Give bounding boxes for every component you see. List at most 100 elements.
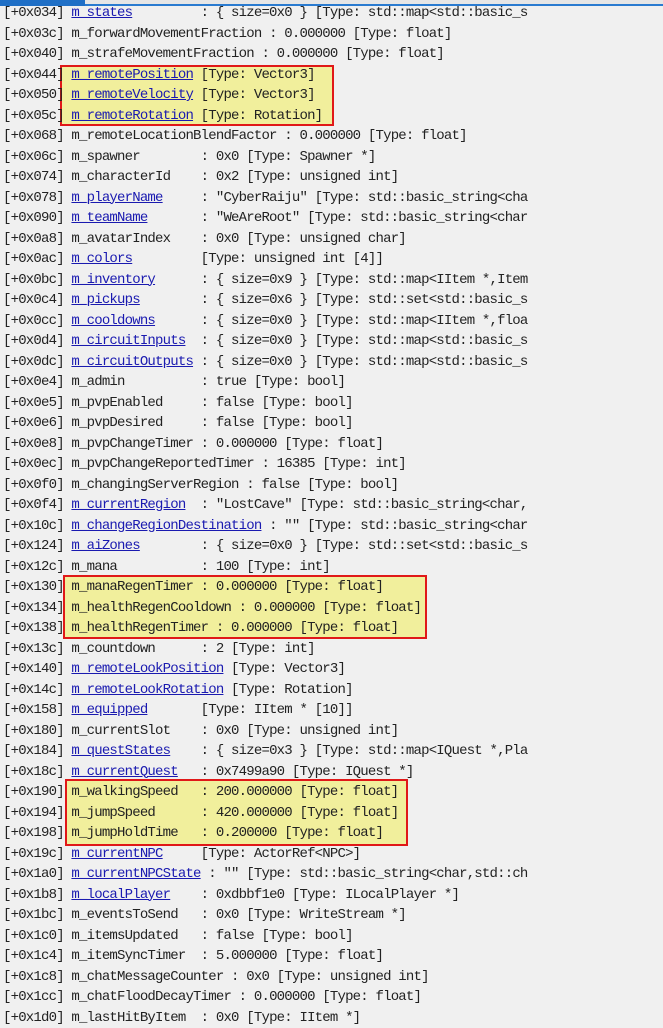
- field-name-link[interactable]: m_changeRegionDestination: [71, 518, 261, 534]
- field-value-type: : 0.000000 [Type: float]: [231, 989, 421, 1005]
- field-row: [+0x124] m_aiZones : { size=0x0 } [Type:…: [3, 536, 663, 557]
- field-row: [+0x0c4] m_pickups : { size=0x6 } [Type:…: [3, 290, 663, 311]
- field-name-link[interactable]: m_localPlayer: [71, 887, 170, 903]
- field-name-link[interactable]: m_equipped: [71, 702, 147, 718]
- field-value-type: : { size=0x0 } [Type: std::map<IItem *,f…: [155, 313, 527, 329]
- field-value-type: : 2 [Type: int]: [155, 641, 315, 657]
- field-row: [+0x06c] m_spawner : 0x0 [Type: Spawner …: [3, 147, 663, 168]
- field-row: [+0x194] m_jumpSpeed : 420.000000 [Type:…: [3, 803, 663, 824]
- field-name-link[interactable]: m_remoteLookRotation: [71, 682, 223, 698]
- field-name-link[interactable]: m_inventory: [71, 272, 155, 288]
- field-row: [+0x0e5] m_pvpEnabled : false [Type: boo…: [3, 393, 663, 414]
- field-value-type: [Type: Vector3]: [193, 87, 315, 103]
- field-value-type: : 200.000000 [Type: float]: [178, 784, 398, 800]
- field-name-link[interactable]: m_currentRegion: [71, 497, 185, 513]
- field-row: [+0x068] m_remoteLocationBlendFactor : 0…: [3, 126, 663, 147]
- field-row: [+0x13c] m_countdown : 2 [Type: int]: [3, 639, 663, 660]
- field-name-link[interactable]: m_teamName: [71, 210, 147, 226]
- field-row: [+0x10c] m_changeRegionDestination : "" …: [3, 516, 663, 537]
- field-value-type: : 0x0 [Type: unsigned char]: [170, 231, 406, 247]
- field-value-type: : { size=0x3 } [Type: std::map<IQuest *,…: [170, 743, 527, 759]
- field-row: [+0x180] m_currentSlot : 0x0 [Type: unsi…: [3, 721, 663, 742]
- field-offset: [+0x134]: [3, 600, 64, 616]
- field-name: m_pvpChangeReportedTimer: [71, 456, 253, 472]
- field-value-type: : 0.000000 [Type: float]: [254, 46, 444, 62]
- field-name-link[interactable]: m_currentNPC: [71, 846, 162, 862]
- field-value-type: : 100 [Type: int]: [117, 559, 330, 575]
- field-offset: [+0x194]: [3, 805, 64, 821]
- field-offset: [+0x124]: [3, 538, 64, 554]
- field-name: m_pvpEnabled: [71, 395, 162, 411]
- field-row: [+0x1a0] m_currentNPCState : "" [Type: s…: [3, 864, 663, 885]
- field-name: m_strafeMovementFraction: [71, 46, 253, 62]
- field-name-link[interactable]: m_remoteLookPosition: [71, 661, 223, 677]
- field-name: m_admin: [71, 374, 124, 390]
- field-value-type: [Type: Vector3]: [193, 67, 315, 83]
- field-row: [+0x12c] m_mana : 100 [Type: int]: [3, 557, 663, 578]
- field-value-type: : false [Type: bool]: [163, 395, 353, 411]
- field-name: m_lastHitByItem: [71, 1010, 185, 1026]
- field-offset: [+0x140]: [3, 661, 64, 677]
- field-row: [+0x19c] m_currentNPC [Type: ActorRef<NP…: [3, 844, 663, 865]
- field-name-link[interactable]: m_colors: [71, 251, 132, 267]
- field-row: [+0x040] m_strafeMovementFraction : 0.00…: [3, 44, 663, 65]
- field-row: [+0x0f4] m_currentRegion : "LostCave" [T…: [3, 495, 663, 516]
- field-offset: [+0x1a0]: [3, 866, 64, 882]
- field-row: [+0x0d4] m_circuitInputs : { size=0x0 } …: [3, 331, 663, 352]
- field-row: [+0x184] m_questStates : { size=0x3 } [T…: [3, 741, 663, 762]
- field-name-link[interactable]: m_remotePosition: [71, 67, 193, 83]
- field-name-link[interactable]: m_currentQuest: [71, 764, 177, 780]
- field-row: [+0x050] m_remoteVelocity [Type: Vector3…: [3, 85, 663, 106]
- field-value-type: : "LostCave" [Type: std::basic_string<ch…: [185, 497, 527, 513]
- field-name-link[interactable]: m_remoteRotation: [71, 108, 193, 124]
- field-name-link[interactable]: m_pickups: [71, 292, 139, 308]
- field-offset: [+0x0cc]: [3, 313, 64, 329]
- field-offset: [+0x0f0]: [3, 477, 64, 493]
- field-row: [+0x044] m_remotePosition [Type: Vector3…: [3, 65, 663, 86]
- field-value-type: : false [Type: bool]: [178, 928, 353, 944]
- field-name: m_eventsToSend: [71, 907, 177, 923]
- field-value-type: : 0.000000 [Type: float]: [193, 436, 383, 452]
- field-row: [+0x03c] m_forwardMovementFraction : 0.0…: [3, 24, 663, 45]
- field-name-link[interactable]: m_circuitOutputs: [71, 354, 193, 370]
- field-offset: [+0x06c]: [3, 149, 64, 165]
- field-name: m_chatFloodDecayTimer: [71, 989, 231, 1005]
- field-offset: [+0x1c0]: [3, 928, 64, 944]
- field-offset: [+0x1b8]: [3, 887, 64, 903]
- field-offset: [+0x198]: [3, 825, 64, 841]
- field-value-type: : "WeAreRoot" [Type: std::basic_string<c…: [147, 210, 527, 226]
- field-value-type: : false [Type: bool]: [239, 477, 399, 493]
- field-row: [+0x0cc] m_cooldowns : { size=0x0 } [Typ…: [3, 311, 663, 332]
- field-row: [+0x14c] m_remoteLookRotation [Type: Rot…: [3, 680, 663, 701]
- field-row: [+0x138] m_healthRegenTimer : 0.000000 […: [3, 618, 663, 639]
- field-offset: [+0x18c]: [3, 764, 64, 780]
- field-row: [+0x0a8] m_avatarIndex : 0x0 [Type: unsi…: [3, 229, 663, 250]
- field-name-link[interactable]: m_cooldowns: [71, 313, 155, 329]
- field-row: [+0x0e6] m_pvpDesired : false [Type: boo…: [3, 413, 663, 434]
- field-name-link[interactable]: m_currentNPCState: [71, 866, 200, 882]
- field-name-link[interactable]: m_questStates: [71, 743, 170, 759]
- field-value-type: : "" [Type: std::basic_string<char: [261, 518, 527, 534]
- field-name: m_manaRegenTimer: [71, 579, 193, 595]
- field-row: [+0x1b8] m_localPlayer : 0xdbbf1e0 [Type…: [3, 885, 663, 906]
- field-row: [+0x05c] m_remoteRotation [Type: Rotatio…: [3, 106, 663, 127]
- field-offset: [+0x078]: [3, 190, 64, 206]
- field-name-link[interactable]: m_circuitInputs: [71, 333, 185, 349]
- field-name: m_changingServerRegion: [71, 477, 238, 493]
- field-name: m_healthRegenTimer: [71, 620, 208, 636]
- field-offset: [+0x044]: [3, 67, 64, 83]
- field-offset: [+0x0dc]: [3, 354, 64, 370]
- field-value-type: [Type: unsigned int [4]]: [132, 251, 383, 267]
- field-name-link[interactable]: m_playerName: [71, 190, 162, 206]
- field-offset: [+0x13c]: [3, 641, 64, 657]
- field-name-link[interactable]: m_states: [71, 5, 132, 21]
- field-value-type: : "" [Type: std::basic_string<char,std::…: [201, 866, 528, 882]
- field-value-type: : 0x0 [Type: unsigned int]: [170, 723, 398, 739]
- field-offset: [+0x190]: [3, 784, 64, 800]
- field-row: [+0x1cc] m_chatFloodDecayTimer : 0.00000…: [3, 987, 663, 1008]
- field-row: [+0x130] m_manaRegenTimer : 0.000000 [Ty…: [3, 577, 663, 598]
- field-name-link[interactable]: m_aiZones: [71, 538, 139, 554]
- field-value-type: [Type: ActorRef<NPC>]: [163, 846, 361, 862]
- field-row: [+0x0e4] m_admin : true [Type: bool]: [3, 372, 663, 393]
- field-name-link[interactable]: m_remoteVelocity: [71, 87, 193, 103]
